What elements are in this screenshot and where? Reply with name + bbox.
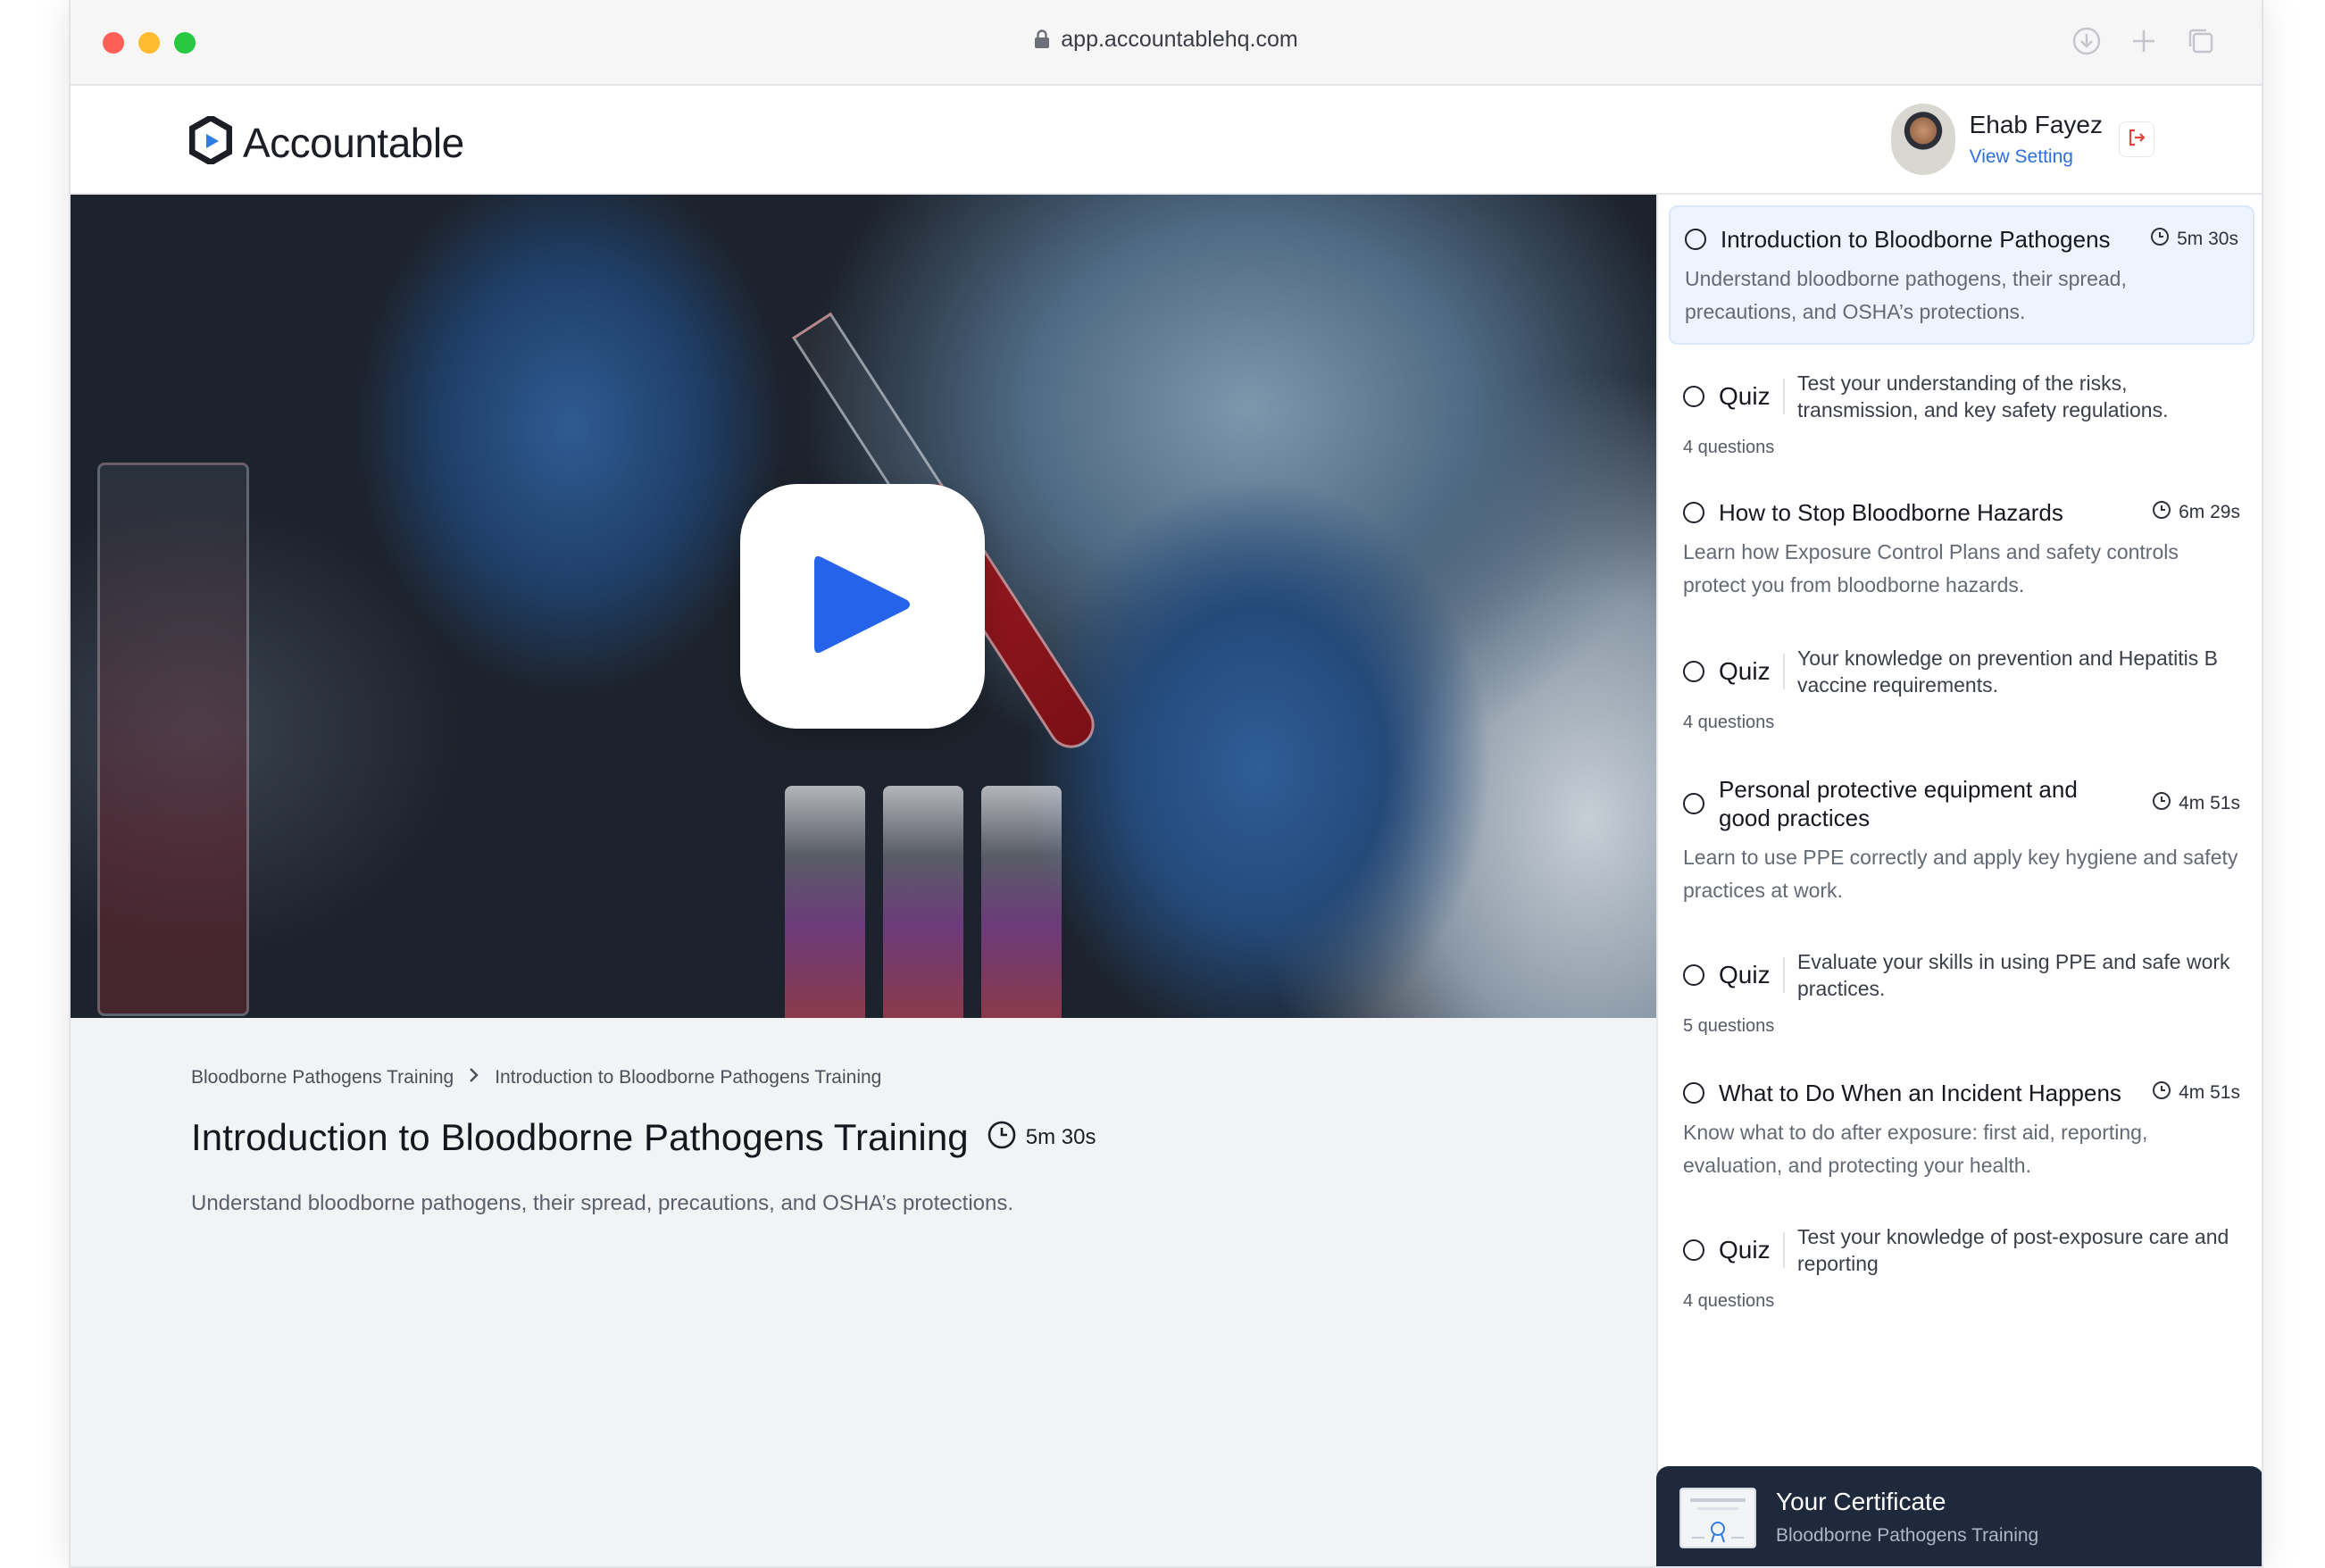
video-thumbnail-beaker: [97, 463, 249, 1016]
quiz-label: Quiz: [1719, 382, 1771, 410]
play-button[interactable]: [740, 484, 985, 729]
address-bar[interactable]: app.accountablehq.com: [71, 27, 2262, 55]
radio-icon[interactable]: [1683, 964, 1704, 986]
browser-window: app.accountablehq.com Accountable Ehab F…: [69, 0, 2263, 1568]
outline-item-lesson[interactable]: Personal protective equipment and good p…: [1669, 775, 2254, 907]
lesson-title: Personal protective equipment and good p…: [1719, 776, 2078, 831]
lesson-duration: 5m 30s: [2177, 229, 2238, 249]
lesson-description: Learn how Exposure Control Plans and saf…: [1683, 540, 2179, 596]
quiz-description: Evaluate your skills in using PPE and sa…: [1797, 950, 2230, 1000]
video-thumbnail-vials: [767, 775, 1124, 1018]
app-header: Accountable Ehab Fayez View Setting: [71, 86, 2262, 195]
accountable-logo-icon: [188, 113, 233, 169]
question-count: 5 questions: [1683, 1016, 1775, 1036]
breadcrumb: Bloodborne Pathogens Training Introducti…: [191, 1066, 1530, 1089]
lesson-duration: 4m 51s: [2179, 1082, 2240, 1103]
quiz-label: Quiz: [1719, 657, 1771, 685]
divider: [1783, 1232, 1785, 1268]
course-outline: Introduction to Bloodborne Pathogens 5m …: [1656, 195, 2262, 1566]
download-icon[interactable]: [2071, 25, 2103, 57]
outline-item-quiz[interactable]: Quiz Evaluate your skills in using PPE a…: [1669, 948, 2254, 1037]
user-name: Ehab Fayez: [1969, 111, 2103, 138]
lesson-description: Understand bloodborne pathogens, their s…: [1685, 267, 2127, 323]
clock-icon: [2152, 1080, 2179, 1105]
outline-item-lesson[interactable]: Introduction to Bloodborne Pathogens 5m …: [1669, 205, 2254, 345]
lesson-description: Learn to use PPE correctly and apply key…: [1683, 846, 2238, 902]
outline-item-quiz[interactable]: Quiz Test your understanding of the risk…: [1669, 370, 2254, 458]
lesson-title: What to Do When an Incident Happens: [1719, 1080, 2121, 1106]
breadcrumb-lesson: Introduction to Bloodborne Pathogens Tra…: [495, 1067, 882, 1088]
certificate-title: Your Certificate: [1776, 1488, 1946, 1515]
quiz-description: Test your knowledge of post-exposure car…: [1797, 1225, 2229, 1275]
question-count: 4 questions: [1683, 713, 1775, 732]
browser-toolbar: app.accountablehq.com: [71, 0, 2262, 86]
quiz-description: Test your understanding of the risks, tr…: [1797, 371, 2169, 421]
lesson-duration: 6m 29s: [2179, 502, 2240, 522]
radio-icon[interactable]: [1683, 793, 1704, 814]
lesson-duration: 5m 30s: [1025, 1125, 1096, 1149]
radio-icon[interactable]: [1683, 1082, 1704, 1104]
outline-item-quiz[interactable]: Quiz Your knowledge on prevention and He…: [1669, 645, 2254, 733]
question-count: 4 questions: [1683, 1291, 1775, 1311]
logout-button[interactable]: [2119, 121, 2154, 157]
certificate-card[interactable]: Your Certificate Bloodborne Pathogens Tr…: [1656, 1466, 2262, 1566]
radio-icon[interactable]: [1683, 661, 1704, 682]
url-text: app.accountablehq.com: [1061, 27, 1298, 52]
quiz-description: Your knowledge on prevention and Hepatit…: [1797, 646, 2218, 696]
view-setting-link[interactable]: View Setting: [1970, 146, 2103, 168]
lock-icon: [1034, 29, 1050, 55]
clock-icon: [2152, 500, 2179, 525]
quiz-label: Quiz: [1719, 1236, 1771, 1264]
lesson-title: How to Stop Bloodborne Hazards: [1719, 499, 2063, 526]
logo[interactable]: Accountable: [188, 113, 464, 169]
new-tab-icon[interactable]: [2128, 25, 2160, 57]
quiz-label: Quiz: [1719, 961, 1771, 988]
avatar[interactable]: [1890, 104, 1955, 175]
divider: [1783, 379, 1785, 414]
clock-icon: [987, 1120, 1026, 1156]
certificate-subtitle: Bloodborne Pathogens Training: [1776, 1525, 2039, 1546]
radio-icon[interactable]: [1683, 502, 1704, 523]
clock-icon: [2150, 227, 2177, 252]
main-content: Bloodborne Pathogens Training Introducti…: [71, 195, 1656, 1566]
lesson-description: Understand bloodborne pathogens, their s…: [191, 1191, 1014, 1215]
lesson-title: Introduction to Bloodborne Pathogens: [1721, 226, 2111, 253]
lesson-description: Know what to do after exposure: first ai…: [1683, 1121, 2148, 1177]
clock-icon: [2152, 791, 2179, 816]
outline-item-quiz[interactable]: Quiz Test your knowledge of post-exposur…: [1669, 1223, 2254, 1312]
outline-item-lesson[interactable]: How to Stop Bloodborne Hazards 6m 29s Le…: [1669, 498, 2254, 602]
divider: [1783, 654, 1785, 689]
lesson-details: Bloodborne Pathogens Training Introducti…: [191, 1066, 1530, 1216]
page-title: Introduction to Bloodborne Pathogens Tra…: [191, 1116, 969, 1158]
chevron-right-icon: [468, 1066, 480, 1089]
certificate-thumbnail: [1679, 1488, 1756, 1548]
user-menu[interactable]: Ehab Fayez View Setting: [1890, 104, 2154, 175]
breadcrumb-course[interactable]: Bloodborne Pathogens Training: [191, 1067, 454, 1088]
outline-item-lesson[interactable]: What to Do When an Incident Happens 4m 5…: [1669, 1079, 2254, 1182]
lesson-duration: 4m 51s: [2179, 793, 2240, 813]
radio-icon[interactable]: [1683, 1239, 1704, 1261]
radio-icon[interactable]: [1683, 386, 1704, 407]
radio-icon[interactable]: [1685, 229, 1706, 250]
divider: [1783, 957, 1785, 993]
logout-icon: [2126, 127, 2147, 153]
question-count: 4 questions: [1683, 438, 1775, 457]
logo-text: Accountable: [243, 119, 464, 166]
tabs-overview-icon[interactable]: [2185, 25, 2217, 57]
play-icon: [811, 550, 914, 663]
video-player[interactable]: [71, 195, 1656, 1018]
